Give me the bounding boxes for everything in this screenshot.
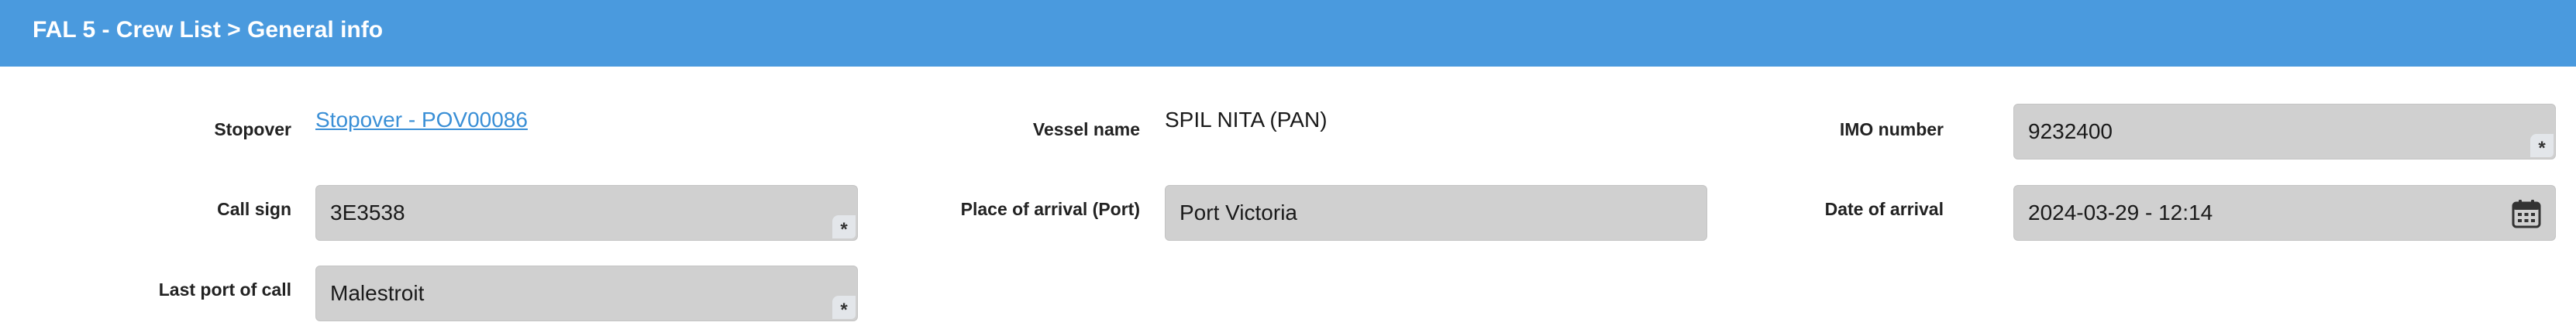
- call-sign-label: Call sign: [217, 199, 291, 219]
- date-of-arrival-input[interactable]: [2014, 186, 2555, 240]
- call-sign-field[interactable]: *: [315, 185, 858, 241]
- stopover-link[interactable]: Stopover - POV00086: [315, 108, 528, 132]
- calendar-icon[interactable]: [2512, 199, 2541, 228]
- vessel-name-value: SPIL NITA (PAN): [1165, 108, 1328, 132]
- page-title: FAL 5 - Crew List > General info: [33, 17, 384, 43]
- page-header: FAL 5 - Crew List > General info: [0, 0, 2576, 67]
- vessel-name-label: Vessel name: [1032, 119, 1140, 139]
- place-of-arrival-label: Place of arrival (Port): [960, 199, 1140, 219]
- imo-number-label: IMO number: [1839, 119, 1944, 139]
- imo-number-input[interactable]: [2014, 105, 2555, 159]
- last-port-of-call-field[interactable]: *: [315, 266, 858, 321]
- stopover-label: Stopover: [214, 119, 291, 139]
- crew-list-general-info-page: FAL 5 - Crew List > General info Stopove…: [0, 0, 2576, 336]
- place-of-arrival-field[interactable]: [1165, 185, 1707, 241]
- required-marker: *: [832, 296, 856, 321]
- last-port-of-call-input[interactable]: [316, 266, 857, 321]
- place-of-arrival-input[interactable]: [1166, 186, 1706, 240]
- date-of-arrival-field[interactable]: [2013, 185, 2556, 241]
- required-marker: *: [2530, 134, 2554, 159]
- imo-number-field[interactable]: *: [2013, 104, 2556, 159]
- last-port-of-call-label: Last port of call: [158, 279, 291, 300]
- date-of-arrival-label: Date of arrival: [1824, 199, 1944, 219]
- required-marker: *: [832, 215, 856, 240]
- call-sign-input[interactable]: [316, 186, 857, 240]
